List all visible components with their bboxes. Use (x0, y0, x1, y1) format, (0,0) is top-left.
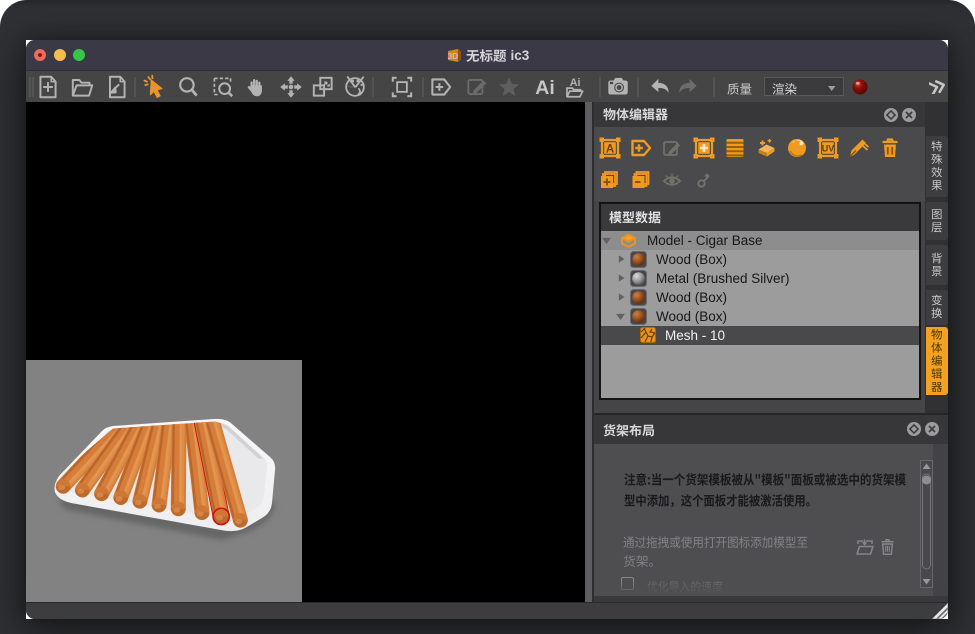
svg-text:UV: UV (822, 144, 835, 154)
svg-text:A: A (606, 143, 614, 155)
svg-text:Ai: Ai (570, 77, 581, 89)
svg-text:Ai: Ai (535, 77, 554, 99)
svg-text:3D: 3D (447, 50, 458, 60)
